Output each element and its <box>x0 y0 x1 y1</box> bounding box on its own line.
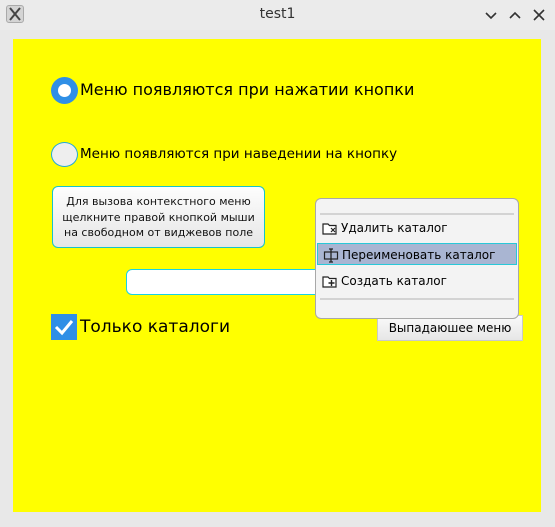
folder-delete-icon <box>322 220 338 236</box>
text-input[interactable] <box>126 269 326 295</box>
menu-item-label: Переименовать каталог <box>342 248 496 262</box>
hint-line: щелкните правой кнопкой мыши <box>62 210 255 224</box>
menu-separator <box>320 213 514 215</box>
menu-item-create-folder[interactable]: Создать каталог <box>317 270 517 292</box>
radio-on-click-label: Меню появляются при нажатии кнопки <box>80 80 415 99</box>
menu-item-rename-folder[interactable]: Переименовать каталог <box>317 243 517 265</box>
hint-line: Для вызова контекстного меню <box>66 195 251 208</box>
hint-line: на свободном от виджевов поле <box>64 226 253 239</box>
only-folders-label: Только каталоги <box>80 317 230 337</box>
menu-item-delete-folder[interactable]: Удалить каталог <box>317 217 517 239</box>
folder-rename-icon <box>323 247 339 263</box>
close-button[interactable] <box>530 6 548 24</box>
menu-item-label: Создать каталог <box>341 274 447 288</box>
window-title: test1 <box>259 6 296 22</box>
radio-on-hover-label: Меню появляются при наведении на кнопку <box>80 146 398 162</box>
radio-on-hover[interactable] <box>51 142 78 167</box>
folder-add-icon <box>322 273 338 289</box>
minimize-button[interactable] <box>482 6 500 24</box>
menu-item-label: Удалить каталог <box>341 221 448 235</box>
radio-on-click[interactable] <box>51 77 78 104</box>
context-menu: Удалить каталог Переименовать каталог Со… <box>315 198 519 319</box>
context-menu-hint: Для вызова контекстного меню щелкните пр… <box>52 186 265 248</box>
menu-separator <box>320 298 514 300</box>
only-folders-checkbox[interactable] <box>51 314 77 340</box>
maximize-button[interactable] <box>506 6 524 24</box>
title-bar: test1 <box>0 0 555 30</box>
checkmark-icon <box>54 320 74 336</box>
